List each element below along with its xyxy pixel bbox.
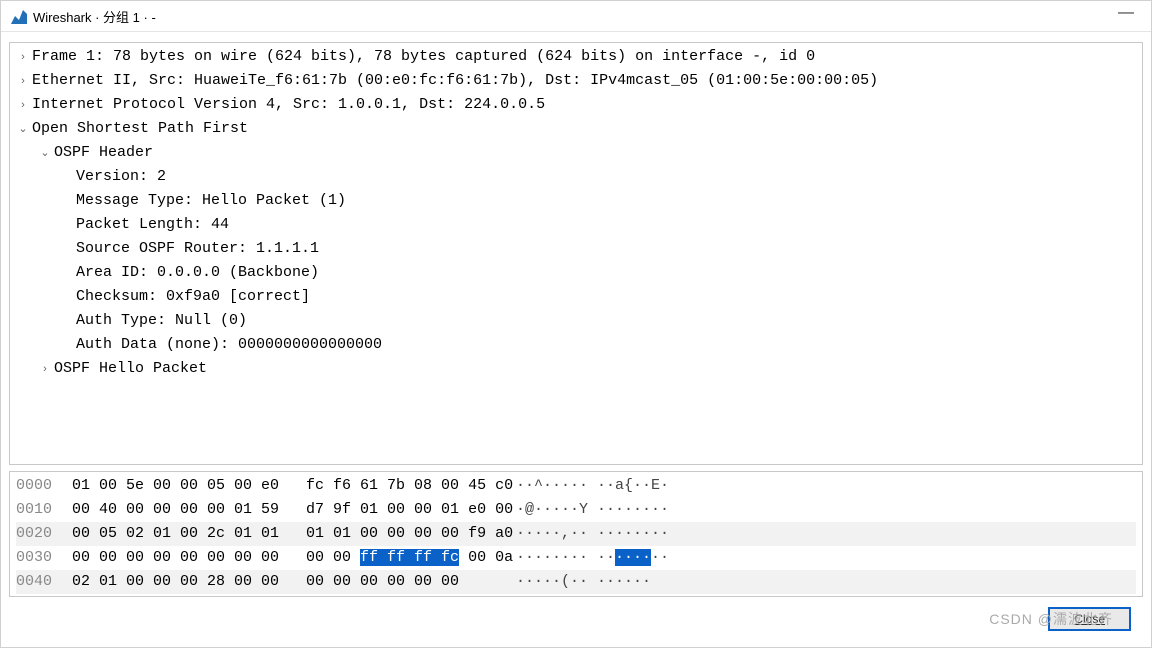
hex-ascii: ··^····· ··a{··E· xyxy=(492,474,669,498)
hex-selection: ff ff ff fc xyxy=(360,549,459,566)
tree-row[interactable]: ⌄Open Shortest Path First xyxy=(14,117,1138,141)
hex-row[interactable]: 001000 40 00 00 00 00 01 59 d7 9f 01 00 … xyxy=(16,498,1136,522)
chevron-down-icon[interactable]: ⌄ xyxy=(36,141,54,165)
tree-label: OSPF Hello Packet xyxy=(54,357,207,381)
tree-row[interactable]: ›OSPF Hello Packet xyxy=(14,357,1138,381)
hex-bytes: 02 01 00 00 00 28 00 00 00 00 00 00 00 0… xyxy=(72,570,492,594)
hex-ascii: ·@·····Y ········ xyxy=(492,498,669,522)
hex-ascii: ········ ········ xyxy=(492,546,669,570)
hex-ascii: ·····,·· ········ xyxy=(492,522,669,546)
content-area: ›Frame 1: 78 bytes on wire (624 bits), 7… xyxy=(1,32,1151,647)
hex-offset: 0030 xyxy=(16,546,72,570)
chevron-right-icon[interactable]: › xyxy=(14,69,32,93)
tree-row: Source OSPF Router: 1.1.1.1 xyxy=(14,237,1138,261)
tree-row: Auth Type: Null (0) xyxy=(14,309,1138,333)
hex-row[interactable]: 002000 05 02 01 00 2c 01 01 01 01 00 00 … xyxy=(16,522,1136,546)
hex-row[interactable]: 004002 01 00 00 00 28 00 00 00 00 00 00 … xyxy=(16,570,1136,594)
tree-row: Auth Data (none): 0000000000000000 xyxy=(14,333,1138,357)
tree-label: Internet Protocol Version 4, Src: 1.0.0.… xyxy=(32,93,545,117)
hex-offset: 0010 xyxy=(16,498,72,522)
tree-label: Ethernet II, Src: HuaweiTe_f6:61:7b (00:… xyxy=(32,69,878,93)
minimize-button[interactable]: — xyxy=(1111,4,1141,28)
hex-offset: 0000 xyxy=(16,474,72,498)
hex-bytes: 00 00 00 00 00 00 00 00 00 00 ff ff ff f… xyxy=(72,546,492,570)
hex-offset: 0040 xyxy=(16,570,72,594)
tree-label: Frame 1: 78 bytes on wire (624 bits), 78… xyxy=(32,45,815,69)
hex-row[interactable]: 003000 00 00 00 00 00 00 00 00 00 ff ff … xyxy=(16,546,1136,570)
tree-row[interactable]: ⌄OSPF Header xyxy=(14,141,1138,165)
tree-label: Auth Data (none): 0000000000000000 xyxy=(76,333,382,357)
tree-label: Source OSPF Router: 1.1.1.1 xyxy=(76,237,319,261)
tree-row: Checksum: 0xf9a0 [correct] xyxy=(14,285,1138,309)
hex-bytes: 00 05 02 01 00 2c 01 01 01 01 00 00 00 0… xyxy=(72,522,492,546)
tree-label: Auth Type: Null (0) xyxy=(76,309,247,333)
hex-bytes: 00 40 00 00 00 00 01 59 d7 9f 01 00 00 0… xyxy=(72,498,492,522)
chevron-right-icon[interactable]: › xyxy=(14,93,32,117)
close-button[interactable]: Close xyxy=(1048,607,1131,631)
wireshark-icon xyxy=(11,8,27,24)
footer: CSDN @濡波北齐 Close xyxy=(9,597,1143,641)
tree-row: Area ID: 0.0.0.0 (Backbone) xyxy=(14,261,1138,285)
titlebar: Wireshark · 分组 1 · - — xyxy=(1,1,1151,32)
tree-row[interactable]: ›Frame 1: 78 bytes on wire (624 bits), 7… xyxy=(14,45,1138,69)
chevron-right-icon[interactable]: › xyxy=(36,357,54,381)
tree-label: Checksum: 0xf9a0 [correct] xyxy=(76,285,310,309)
tree-row: Packet Length: 44 xyxy=(14,213,1138,237)
tree-label: Open Shortest Path First xyxy=(32,117,248,141)
ascii-selection: ···· xyxy=(615,549,651,566)
tree-row: Version: 2 xyxy=(14,165,1138,189)
tree-row[interactable]: ›Internet Protocol Version 4, Src: 1.0.0… xyxy=(14,93,1138,117)
tree-label: Packet Length: 44 xyxy=(76,213,229,237)
tree-label: Message Type: Hello Packet (1) xyxy=(76,189,346,213)
hex-ascii: ·····(·· ······ xyxy=(492,570,651,594)
tree-label: OSPF Header xyxy=(54,141,153,165)
chevron-right-icon[interactable]: › xyxy=(14,45,32,69)
tree-row: Message Type: Hello Packet (1) xyxy=(14,189,1138,213)
hex-offset: 0020 xyxy=(16,522,72,546)
window: Wireshark · 分组 1 · - — ›Frame 1: 78 byte… xyxy=(0,0,1152,648)
tree-row[interactable]: ›Ethernet II, Src: HuaweiTe_f6:61:7b (00… xyxy=(14,69,1138,93)
tree-label: Area ID: 0.0.0.0 (Backbone) xyxy=(76,261,319,285)
tree-label: Version: 2 xyxy=(76,165,166,189)
hex-bytes: 01 00 5e 00 00 05 00 e0 fc f6 61 7b 08 0… xyxy=(72,474,492,498)
hex-row[interactable]: 000001 00 5e 00 00 05 00 e0 fc f6 61 7b … xyxy=(16,474,1136,498)
packet-details-pane[interactable]: ›Frame 1: 78 bytes on wire (624 bits), 7… xyxy=(9,42,1143,465)
window-title: Wireshark · 分组 1 · - xyxy=(33,7,1111,26)
packet-bytes-pane[interactable]: 000001 00 5e 00 00 05 00 e0 fc f6 61 7b … xyxy=(9,471,1143,597)
chevron-down-icon[interactable]: ⌄ xyxy=(14,117,32,141)
